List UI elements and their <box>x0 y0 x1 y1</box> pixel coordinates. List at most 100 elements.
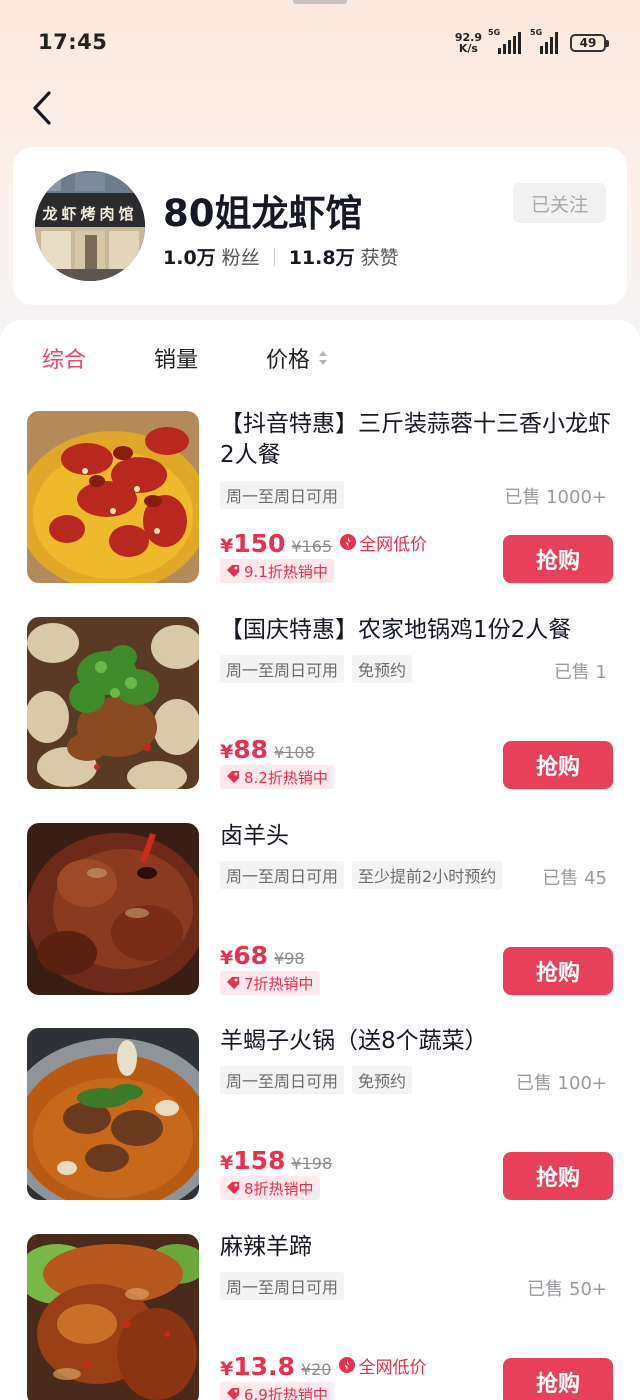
product-title: 【国庆特惠】农家地锅鸡1份2人餐 <box>220 617 572 643</box>
product-image[interactable] <box>27 1234 199 1400</box>
product-tags: 周一至周日可用 免预约 <box>220 655 413 683</box>
stat-divider <box>273 247 275 266</box>
sale-price: 158 <box>233 1146 286 1175</box>
product-image[interactable] <box>27 823 199 995</box>
price-row: ¥ 150 ¥165 全网低价 <box>220 529 427 558</box>
tab-comprehensive-label: 综合 <box>42 348 87 373</box>
original-price: ¥98 <box>274 949 305 968</box>
likes-label: 获赞 <box>360 247 399 269</box>
original-price: ¥198 <box>291 1154 333 1173</box>
original-price: ¥165 <box>291 537 333 556</box>
product-item[interactable]: 【国庆特惠】农家地锅鸡1份2人餐 周一至周日可用 免预约 已售 1 ¥ 88 ¥… <box>0 617 640 823</box>
shop-card: 龙虾烤肉馆 80姐龙虾馆 1.0万 粉丝 11.8万 获赞 已关注 <box>13 147 627 305</box>
lowest-price-badge: 全网低价 <box>340 530 427 555</box>
original-price: ¥20 <box>300 1360 332 1379</box>
product-title: 卤羊头 <box>220 823 289 849</box>
network-speed-unit: K/s <box>458 42 478 55</box>
product-item[interactable]: 麻辣羊蹄 周一至周日可用 已售 50+ ¥ 13.8 ¥20 全网低价 6.9折… <box>0 1234 640 1400</box>
discount-label: 9.1折热销中 <box>244 562 328 581</box>
product-tags: 周一至周日可用 至少提前2小时预约 <box>220 861 503 889</box>
product-tags: 周一至周日可用 <box>220 1272 345 1300</box>
battery-level: 49 <box>579 36 597 50</box>
chicken-pot-image <box>27 617 199 789</box>
buy-button[interactable]: 抢购 <box>503 741 613 789</box>
product-image[interactable] <box>27 1028 199 1200</box>
lamb-spine-hotpot-image <box>27 1028 199 1200</box>
back-button[interactable] <box>22 86 62 130</box>
buy-button[interactable]: 抢购 <box>503 1358 613 1400</box>
discount-badge: 8.2折热销中 <box>220 765 334 789</box>
product-item[interactable]: 卤羊头 周一至周日可用 至少提前2小时预约 已售 45 ¥ 68 ¥98 7折热… <box>0 823 640 1029</box>
storefront-sign: 龙虾烤肉馆 <box>42 205 138 223</box>
tag-icon <box>227 1182 239 1194</box>
tab-price[interactable]: 价格 <box>266 342 328 374</box>
product-image[interactable] <box>27 617 199 789</box>
discount-label: 6.9折热销中 <box>244 1385 328 1400</box>
discount-label: 8折热销中 <box>244 1179 314 1198</box>
tab-sales-label: 销量 <box>154 348 199 373</box>
tag-icon <box>227 771 239 783</box>
product-title: 【抖音特惠】三斤装蒜蓉十三香小龙虾2人餐 <box>220 411 611 468</box>
discount-badge: 8折热销中 <box>220 1176 320 1200</box>
fans-count: 1.0万 <box>163 247 216 269</box>
buy-button[interactable]: 抢购 <box>503 947 613 995</box>
product-tags: 周一至周日可用 免预约 <box>220 1066 413 1094</box>
price-row: ¥ 88 ¥108 <box>220 735 315 764</box>
tag-icon <box>227 565 239 577</box>
discount-badge: 7折热销中 <box>220 971 320 995</box>
sold-count: 已售 1 <box>553 662 607 683</box>
signal-icon: 5G <box>488 28 524 54</box>
product-tag: 免预约 <box>352 655 413 683</box>
discount-label: 7折热销中 <box>244 974 314 993</box>
sale-price: 150 <box>233 529 286 558</box>
signal-icon: 5G <box>530 28 562 54</box>
braised-lamb-head-image <box>27 823 199 995</box>
original-price: ¥108 <box>274 743 315 762</box>
spicy-lamb-trotters-image <box>27 1234 199 1400</box>
sort-arrows-icon <box>319 351 328 365</box>
screen: 17:45 92.9 K/s 5G 5G 49 龙虾烤肉馆 80姐龙虾馆 1.0… <box>0 0 640 1400</box>
sold-count: 已售 100+ <box>515 1073 607 1094</box>
sold-count: 已售 50+ <box>527 1279 607 1300</box>
product-tags: 周一至周日可用 <box>220 481 345 509</box>
fans-label: 粉丝 <box>221 247 260 269</box>
sort-tabs: 综合 销量 价格 <box>0 320 640 396</box>
follow-button[interactable]: 已关注 <box>513 183 606 223</box>
discount-badge: 9.1折热销中 <box>220 559 334 583</box>
product-tag: 周一至周日可用 <box>220 861 345 889</box>
tag-icon <box>227 1388 239 1400</box>
flame-icon <box>340 534 357 550</box>
buy-button[interactable]: 抢购 <box>503 535 613 583</box>
sale-price: 13.8 <box>233 1352 295 1381</box>
tag-icon <box>227 977 239 989</box>
sold-count: 已售 45 <box>542 868 607 889</box>
product-title: 麻辣羊蹄 <box>220 1234 312 1260</box>
tab-sales[interactable]: 销量 <box>154 342 198 374</box>
currency-symbol: ¥ <box>220 741 234 763</box>
chevron-left-icon <box>33 91 51 125</box>
currency-symbol: ¥ <box>220 1358 234 1380</box>
product-tag: 免预约 <box>352 1066 413 1094</box>
tab-comprehensive[interactable]: 综合 <box>42 342 86 374</box>
signal-network-label: 5G <box>530 28 543 37</box>
sold-count: 已售 1000+ <box>504 487 607 508</box>
discount-badge: 6.9折热销中 <box>220 1382 334 1400</box>
product-tag: 周一至周日可用 <box>220 655 345 683</box>
product-item[interactable]: 羊蝎子火锅（送8个蔬菜） 周一至周日可用 免预约 已售 100+ ¥ 158 ¥… <box>0 1028 640 1234</box>
product-tag: 周一至周日可用 <box>220 1066 345 1094</box>
buy-button[interactable]: 抢购 <box>503 1152 613 1200</box>
product-item[interactable]: 【抖音特惠】三斤装蒜蓉十三香小龙虾2人餐 周一至周日可用 已售 1000+ ¥ … <box>0 411 640 617</box>
status-indicators: 92.9 K/s 5G 5G 49 <box>455 28 609 56</box>
currency-symbol: ¥ <box>220 535 234 557</box>
discount-label: 8.2折热销中 <box>244 768 328 787</box>
lowest-price-label: 全网低价 <box>358 1357 427 1378</box>
product-tag: 至少提前2小时预约 <box>352 861 503 889</box>
flame-icon <box>339 1357 356 1373</box>
likes-count: 11.8万 <box>288 247 355 269</box>
product-list-panel: 综合 销量 价格 【抖音特惠】三斤装蒜蓉十三香小龙虾2人餐 周一至周日可用 已售… <box>0 320 640 1400</box>
currency-symbol: ¥ <box>220 947 234 969</box>
battery-icon: 49 <box>570 34 609 52</box>
lowest-price-badge: 全网低价 <box>339 1353 426 1378</box>
product-image[interactable] <box>27 411 199 583</box>
price-row: ¥ 158 ¥198 <box>220 1146 332 1175</box>
